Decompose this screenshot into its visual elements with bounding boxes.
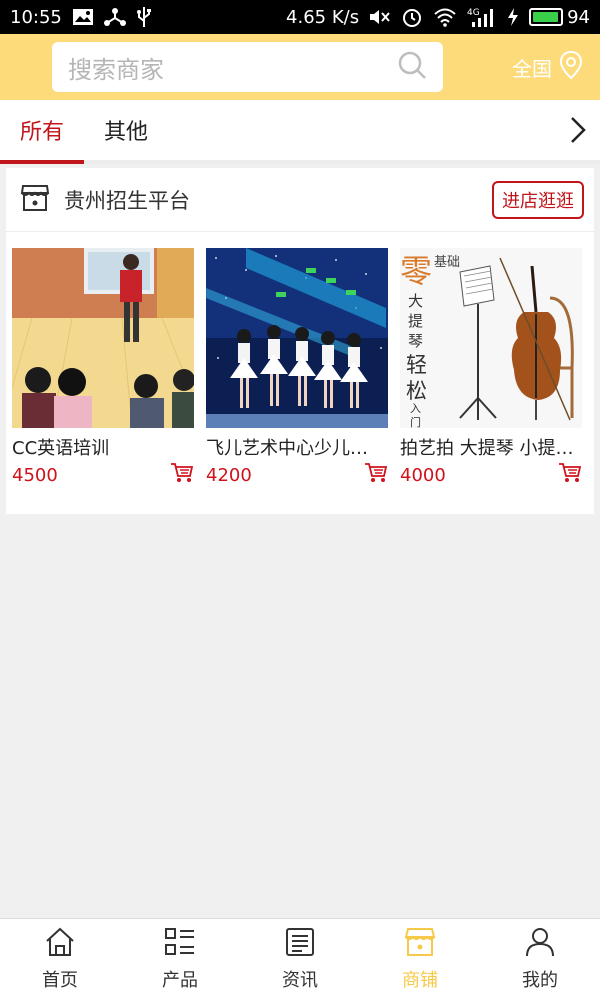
product-list: CC英语培训 4500 飞儿艺术中心少儿… 4200 零 基础 大 提 琴 轻 … — [6, 232, 594, 488]
nav-label: 我的 — [522, 970, 558, 991]
product-card[interactable]: 零 基础 大 提 琴 轻 松 入 门 拍艺拍 大提琴 小提… 4000 — [400, 248, 582, 488]
product-name[interactable]: 拍艺拍 大提琴 小提… — [400, 434, 582, 460]
nav-label: 产品 — [162, 970, 198, 991]
nav-news[interactable]: 资讯 — [240, 919, 360, 1000]
cart-icon[interactable] — [558, 462, 582, 488]
visit-store-button[interactable]: 进店逛逛 — [492, 180, 584, 219]
home-icon — [44, 927, 76, 962]
nav-label: 商铺 — [402, 970, 438, 991]
category-tabs: 所有 其他 — [0, 100, 600, 164]
shop-card: 贵州招生平台 进店逛逛 CC英语培训 4500 飞儿艺术中心少儿… 4200 零… — [6, 168, 594, 514]
product-price: 4000 — [400, 464, 446, 486]
bottom-nav: 首页 产品 资讯 商铺 我的 — [0, 918, 600, 1000]
signal-icon: 4G — [467, 6, 497, 28]
nav-profile[interactable]: 我的 — [480, 919, 600, 1000]
network-speed: 4.65 K/s — [286, 6, 360, 28]
network-type: 4G — [467, 8, 480, 18]
usb-icon — [136, 6, 152, 28]
wifi-icon — [433, 7, 457, 27]
product-card[interactable]: 飞儿艺术中心少儿… 4200 — [206, 248, 388, 488]
region-label: 全国 — [512, 56, 552, 81]
nav-label: 首页 — [42, 970, 78, 991]
shop-name: 贵州招生平台 — [64, 188, 190, 213]
image-vertical-char: 松 — [406, 379, 427, 403]
battery: 94 — [529, 7, 590, 28]
chevron-right-icon[interactable] — [568, 100, 588, 160]
tab-other[interactable]: 其他 — [84, 100, 168, 160]
location-pin-icon — [558, 50, 584, 85]
product-name[interactable]: CC英语培训 — [12, 434, 194, 460]
store-icon — [404, 927, 436, 962]
product-card[interactable]: CC英语培训 4500 — [12, 248, 194, 488]
product-price: 4500 — [12, 464, 58, 486]
image-vertical-char: 提 — [408, 312, 423, 330]
status-time: 10:55 — [10, 6, 62, 28]
tab-all[interactable]: 所有 — [0, 100, 84, 164]
header: 搜索商家 全国 — [0, 34, 600, 100]
product-name[interactable]: 飞儿艺术中心少儿… — [206, 434, 388, 460]
image-vertical-char: 琴 — [408, 332, 423, 350]
nav-products[interactable]: 产品 — [120, 919, 240, 1000]
mute-icon — [369, 8, 391, 26]
grid-list-icon — [164, 927, 196, 962]
alarm-icon — [401, 6, 423, 28]
nav-store[interactable]: 商铺 — [360, 919, 480, 1000]
battery-icon — [529, 8, 564, 26]
charging-icon — [507, 8, 519, 26]
tab-label: 其他 — [103, 120, 148, 145]
search-placeholder: 搜索商家 — [68, 55, 164, 84]
cart-icon[interactable] — [364, 462, 388, 488]
product-price: 4200 — [206, 464, 252, 486]
search-input[interactable]: 搜索商家 — [52, 42, 443, 92]
battery-level: 94 — [567, 6, 590, 28]
status-bar: 10:55 4.65 K/s 4G 94 — [0, 0, 600, 34]
store-icon — [20, 183, 50, 217]
share-icon — [103, 7, 126, 27]
tab-label: 所有 — [19, 120, 64, 145]
cart-icon[interactable] — [170, 462, 194, 488]
search-icon[interactable] — [397, 50, 427, 84]
nav-label: 资讯 — [282, 970, 318, 991]
shop-header: 贵州招生平台 进店逛逛 — [6, 168, 594, 232]
image-vertical-char: 大 — [408, 292, 423, 310]
image-vertical-char: 轻 — [406, 353, 427, 377]
nav-home[interactable]: 首页 — [0, 919, 120, 1000]
image-icon — [72, 8, 94, 26]
product-image[interactable]: 零 基础 大 提 琴 轻 松 入 门 — [400, 248, 582, 428]
news-icon — [284, 927, 316, 962]
image-small-text: 基础 — [434, 255, 460, 270]
product-image[interactable] — [12, 248, 194, 428]
image-vertical-char: 门 — [410, 415, 421, 428]
product-image[interactable] — [206, 248, 388, 428]
region-selector[interactable]: 全国 — [512, 50, 584, 85]
image-big-text: 零 — [400, 252, 432, 290]
user-icon — [524, 927, 556, 962]
image-vertical-char: 入 — [410, 402, 421, 415]
